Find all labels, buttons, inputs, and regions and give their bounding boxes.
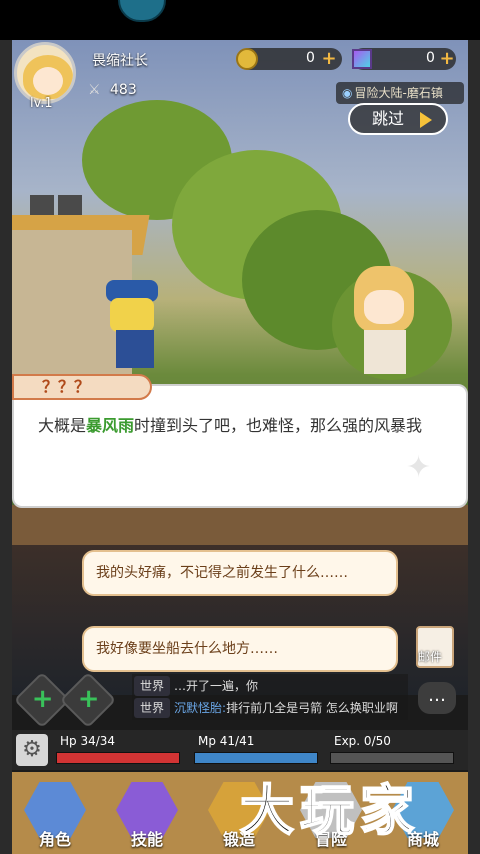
nav-label: 技能 [130, 830, 163, 849]
gem-value: 0 [426, 50, 435, 66]
mp-bar [194, 752, 318, 764]
mail-label: 邮件 [418, 650, 443, 664]
chat-channel-tag: 世界 [134, 676, 171, 696]
npc-row [12, 505, 468, 545]
npc-blonde-girl [100, 280, 170, 370]
nav-label: 角色 [38, 830, 71, 849]
dialog-text-part: 大概是 [38, 416, 87, 435]
chat-text: 排行前几全是弓箭 怎么换职业啊 [226, 701, 398, 715]
dialog-text: 大概是暴风雨时撞到头了吧，也难怪，那么强的风暴我 [38, 412, 468, 436]
nav-character-button[interactable]: 角色 [18, 780, 92, 850]
swords-icon: ⚔ [88, 82, 101, 98]
skip-button[interactable]: 跳过 [348, 103, 448, 135]
right-border [468, 40, 480, 854]
location-pin-icon: ◉ [342, 86, 353, 100]
combat-power: 483 [110, 82, 137, 98]
dialog-text-part: 时撞到头了吧，也难怪，那么强的风暴我 [134, 416, 423, 435]
gem-icon [352, 49, 372, 69]
chat-sender: 沉默怪胎: [174, 701, 227, 715]
skip-label: 跳过 [372, 109, 405, 128]
add-gem-button[interactable]: + [438, 50, 456, 68]
exp-label: Exp. 0/50 [334, 734, 391, 748]
game-screen: lv.1 畏缩社长 ⚔ 483 0 + 0 + ◉ 冒险大陆-磨石镇 跳过 大概是… [0, 0, 480, 854]
mp-label: Mp 41/41 [198, 734, 255, 748]
play-arrow-icon [420, 112, 432, 128]
speaker-name: ？？？ [12, 374, 152, 400]
choice-option-1[interactable]: 我的头好痛，不记得之前发生了什么…… [82, 550, 398, 596]
settings-gear-icon[interactable]: ⚙ [16, 734, 48, 766]
dialog-box[interactable]: 大概是暴风雨时撞到头了吧，也难怪，那么强的风暴我 [12, 384, 468, 508]
chat-message: 世界 沉默怪胎:排行前几全是弓箭 怎么换职业啊 [134, 698, 434, 718]
top-black-band [0, 0, 480, 40]
player-level: lv.1 [30, 96, 53, 111]
hp-label: Hp 34/34 [60, 734, 116, 748]
player-name: 畏缩社长 [92, 53, 148, 69]
npc-fox-girl [350, 260, 420, 380]
chat-text: …开了一遍，你 [174, 679, 259, 693]
choice-option-2[interactable]: 我好像要坐船去什么地方…… [82, 626, 398, 672]
location-label: ◉ 冒险大陆-磨石镇 [336, 82, 464, 104]
add-coin-button[interactable]: + [320, 50, 338, 68]
chat-message: 世界 …开了一遍，你 [134, 676, 434, 696]
watermark: 大玩家 [239, 778, 420, 843]
hp-bar [56, 752, 180, 764]
chat-channel-tag: 世界 [134, 698, 171, 718]
nav-skill-button[interactable]: 技能 [110, 780, 184, 850]
hp-fill [57, 753, 179, 763]
location-text: 冒险大陆-磨石镇 [354, 86, 443, 100]
exp-bar [330, 752, 454, 764]
coin-icon [236, 48, 258, 70]
coin-value: 0 [306, 50, 315, 66]
left-border [0, 40, 12, 854]
mp-fill [195, 753, 317, 763]
sparkle-icon: ✦ [406, 450, 432, 485]
dialog-highlight: 暴风雨 [86, 416, 135, 435]
player-avatar[interactable] [14, 42, 76, 104]
